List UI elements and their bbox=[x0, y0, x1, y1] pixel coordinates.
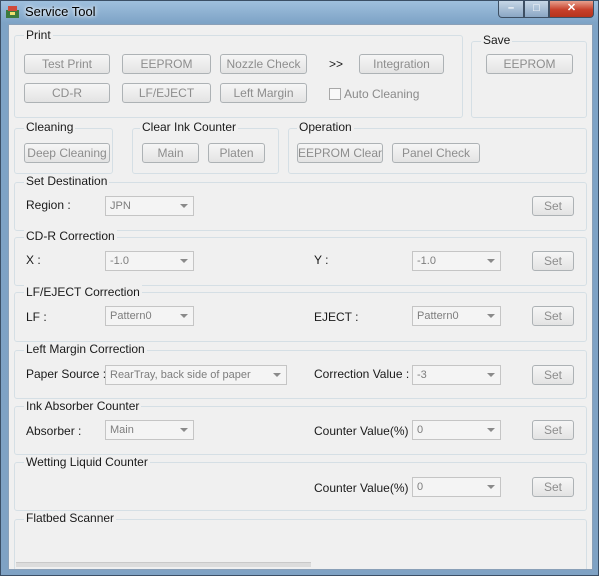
absorber-label: Absorber : bbox=[26, 424, 82, 438]
cdr-print-button[interactable]: CD-R bbox=[24, 83, 110, 103]
lf-select[interactable]: Pattern0 bbox=[105, 306, 194, 326]
set-destination-label: Set Destination bbox=[24, 174, 110, 188]
correction-value-select[interactable]: -3 bbox=[412, 365, 501, 385]
maximize-button[interactable]: □ bbox=[524, 1, 549, 18]
service-tool-window: Service Tool – □ ✕ Print Test Print EEPR… bbox=[0, 0, 599, 576]
chevron-down-icon bbox=[487, 373, 495, 377]
client-area: Print Test Print EEPROM Nozzle Check >> … bbox=[8, 24, 593, 570]
paper-source-value: RearTray, back side of paper bbox=[110, 369, 251, 381]
chevron-down-icon bbox=[273, 373, 281, 377]
lfeject-correction-group bbox=[14, 292, 587, 342]
close-button[interactable]: ✕ bbox=[549, 1, 594, 18]
paper-source-select[interactable]: RearTray, back side of paper bbox=[105, 365, 287, 385]
window-title: Service Tool bbox=[25, 4, 96, 19]
auto-cleaning-checkbox[interactable] bbox=[329, 88, 341, 100]
left-margin-print-button[interactable]: Left Margin bbox=[220, 83, 307, 103]
lfeject-set-button[interactable]: Set bbox=[532, 306, 574, 326]
absorber-select[interactable]: Main bbox=[105, 420, 194, 440]
cdr-y-select[interactable]: -1.0 bbox=[412, 251, 501, 271]
region-value: JPN bbox=[110, 200, 131, 212]
destination-set-button[interactable]: Set bbox=[532, 196, 574, 216]
clear-platen-button[interactable]: Platen bbox=[208, 143, 265, 163]
set-destination-group bbox=[14, 182, 587, 231]
chevron-down-icon bbox=[180, 204, 188, 208]
cdr-correction-label: CD-R Correction bbox=[24, 229, 117, 243]
save-group bbox=[471, 41, 587, 118]
absorber-counter-select[interactable]: 0 bbox=[412, 420, 501, 440]
chevron-down-icon bbox=[180, 314, 188, 318]
left-margin-set-button[interactable]: Set bbox=[532, 365, 574, 385]
eject-label: EJECT : bbox=[314, 310, 359, 324]
correction-value: -3 bbox=[417, 369, 427, 381]
lf-label: LF : bbox=[26, 310, 47, 324]
arrows-label: >> bbox=[329, 57, 344, 71]
paper-source-label: Paper Source : bbox=[26, 367, 107, 381]
lfeject-print-button[interactable]: LF/EJECT bbox=[122, 83, 211, 103]
lfeject-correction-label: LF/EJECT Correction bbox=[24, 285, 142, 299]
integration-button[interactable]: Integration bbox=[359, 54, 444, 74]
print-group bbox=[14, 35, 463, 118]
chevron-down-icon bbox=[180, 428, 188, 432]
eeprom-print-button[interactable]: EEPROM bbox=[122, 54, 211, 74]
region-label: Region : bbox=[26, 198, 71, 212]
panel-check-button[interactable]: Panel Check bbox=[392, 143, 480, 163]
chevron-down-icon bbox=[180, 259, 188, 263]
chevron-down-icon bbox=[487, 428, 495, 432]
cdr-y-label: Y : bbox=[314, 253, 329, 267]
absorber-counter-value: 0 bbox=[417, 424, 424, 436]
save-group-label: Save bbox=[481, 33, 513, 47]
absorber-value: Main bbox=[110, 424, 134, 436]
cleaning-group-label: Cleaning bbox=[24, 120, 76, 134]
app-icon bbox=[6, 6, 19, 18]
save-eeprom-button[interactable]: EEPROM bbox=[486, 54, 573, 74]
wetting-liquid-label: Wetting Liquid Counter bbox=[24, 455, 150, 469]
horizontal-scrollbar[interactable] bbox=[16, 562, 311, 567]
test-print-button[interactable]: Test Print bbox=[24, 54, 110, 74]
correction-value-label: Correction Value : bbox=[314, 367, 410, 381]
absorber-set-button[interactable]: Set bbox=[532, 420, 574, 440]
nozzle-check-button[interactable]: Nozzle Check bbox=[220, 54, 307, 74]
ink-absorber-label: Ink Absorber Counter bbox=[24, 399, 142, 413]
wetting-counter-value: 0 bbox=[417, 481, 424, 493]
ink-absorber-group bbox=[14, 406, 587, 455]
region-select[interactable]: JPN bbox=[105, 196, 194, 216]
minimize-button[interactable]: – bbox=[498, 1, 524, 18]
wetting-counter-select[interactable]: 0 bbox=[412, 477, 501, 497]
chevron-down-icon bbox=[487, 485, 495, 489]
cdr-correction-group bbox=[14, 237, 587, 286]
wetting-liquid-group bbox=[14, 462, 587, 511]
absorber-counter-label: Counter Value(%) : bbox=[314, 424, 416, 438]
cdr-x-label: X : bbox=[26, 253, 41, 267]
auto-cleaning-label: Auto Cleaning bbox=[344, 87, 420, 101]
lf-value: Pattern0 bbox=[110, 310, 152, 322]
print-group-label: Print bbox=[24, 28, 53, 42]
deep-cleaning-button[interactable]: Deep Cleaning bbox=[24, 143, 110, 163]
cdr-x-select[interactable]: -1.0 bbox=[105, 251, 194, 271]
left-margin-correction-label: Left Margin Correction bbox=[24, 342, 147, 356]
chevron-down-icon bbox=[487, 259, 495, 263]
wetting-set-button[interactable]: Set bbox=[532, 477, 574, 497]
eject-select[interactable]: Pattern0 bbox=[412, 306, 501, 326]
operation-group-label: Operation bbox=[297, 120, 354, 134]
cdr-x-value: -1.0 bbox=[110, 255, 129, 267]
wetting-counter-label: Counter Value(%) : bbox=[314, 481, 416, 495]
cdr-y-value: -1.0 bbox=[417, 255, 436, 267]
clear-main-button[interactable]: Main bbox=[142, 143, 199, 163]
flatbed-scanner-label: Flatbed Scanner bbox=[24, 511, 117, 525]
cdr-set-button[interactable]: Set bbox=[532, 251, 574, 271]
eeprom-clear-button[interactable]: EEPROM Clear bbox=[297, 143, 383, 163]
eject-value: Pattern0 bbox=[417, 310, 459, 322]
chevron-down-icon bbox=[487, 314, 495, 318]
title-bar[interactable]: Service Tool – □ ✕ bbox=[1, 1, 599, 23]
clear-ink-counter-label: Clear Ink Counter bbox=[140, 120, 239, 134]
